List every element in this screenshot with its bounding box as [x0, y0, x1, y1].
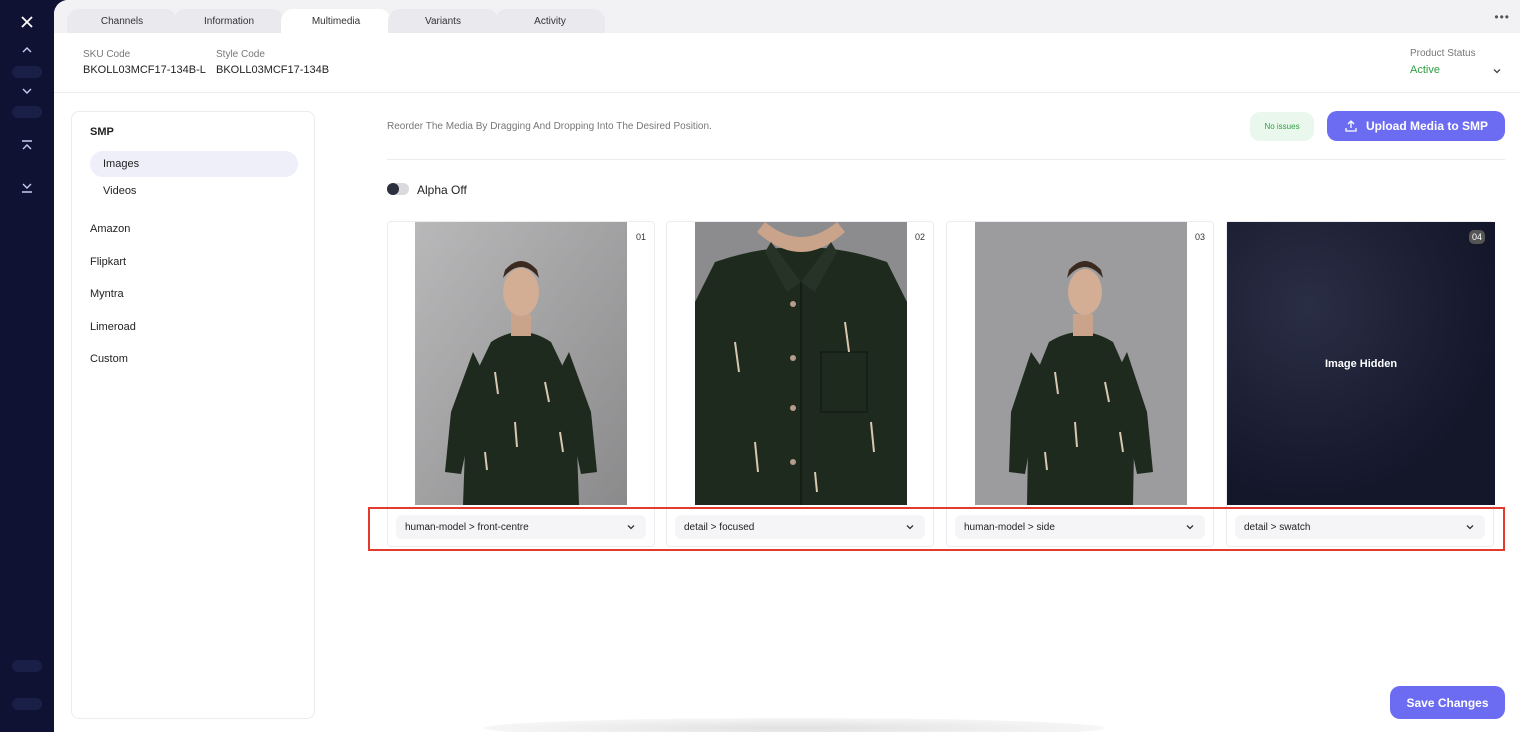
sidebar-item-images[interactable]: Images — [90, 151, 298, 177]
more-options-icon[interactable]: ••• — [1494, 10, 1510, 24]
sku-value: BKOLL03MCF17-134B-L — [83, 64, 206, 76]
chevron-up-icon[interactable] — [17, 40, 37, 60]
tab-bar: Channels Information Multimedia Variants… — [54, 0, 1520, 33]
product-header: SKU Code BKOLL03MCF17-134B-L Style Code … — [54, 33, 1520, 93]
divider — [387, 159, 1505, 160]
sidebar-item-myntra[interactable]: Myntra — [90, 288, 124, 300]
left-rail — [0, 0, 54, 732]
jump-to-top-icon[interactable] — [17, 136, 37, 156]
save-changes-button[interactable]: Save Changes — [1390, 686, 1505, 719]
channel-sidebar: SMP Images Videos Amazon Flipkart Myntra… — [71, 111, 315, 719]
media-image-side — [975, 222, 1187, 505]
tab-multimedia[interactable]: Multimedia — [281, 9, 391, 33]
image-hidden-label: Image Hidden — [1324, 357, 1398, 370]
sidebar-item-amazon[interactable]: Amazon — [90, 223, 130, 235]
media-card-2[interactable]: 02 detail > focused — [666, 221, 934, 547]
tab-information[interactable]: Information — [174, 9, 284, 33]
sku-label: SKU Code — [83, 49, 131, 60]
media-image-detail-focused — [695, 222, 907, 505]
sidebar-item-videos[interactable]: Videos — [90, 178, 298, 204]
sidebar-item-flipkart[interactable]: Flipkart — [90, 256, 126, 268]
sidebar-title-smp[interactable]: SMP — [90, 126, 114, 138]
media-card-3[interactable]: 03 human-model > side — [946, 221, 1214, 547]
upload-media-button[interactable]: Upload Media to SMP — [1327, 111, 1505, 141]
issues-badge: No issues — [1250, 112, 1314, 141]
media-image-swatch-hidden: Image Hidden — [1227, 222, 1495, 505]
media-index: 03 — [1194, 232, 1205, 242]
chevron-down-icon[interactable] — [1492, 66, 1502, 76]
upload-icon — [1345, 120, 1357, 132]
close-icon[interactable] — [17, 12, 37, 32]
product-status-dropdown[interactable]: Active — [1410, 64, 1440, 76]
style-code-label: Style Code — [216, 49, 265, 60]
toggle-knob — [387, 183, 399, 195]
media-index: 01 — [635, 232, 646, 242]
media-image-front-centre — [415, 222, 627, 505]
sidebar-item-limeroad[interactable]: Limeroad — [90, 321, 136, 333]
bottom-shadow — [484, 718, 1104, 732]
tag-row-highlight — [368, 507, 1505, 551]
reorder-hint: Reorder The Media By Dragging And Droppi… — [387, 121, 712, 132]
style-code-value: BKOLL03MCF17-134B — [216, 64, 330, 76]
rail-placeholder — [12, 660, 42, 672]
rail-placeholder — [12, 698, 42, 710]
alpha-toggle-label: Alpha Off — [417, 183, 467, 197]
tab-activity[interactable]: Activity — [495, 9, 605, 33]
product-panel: Channels Information Multimedia Variants… — [54, 0, 1520, 732]
rail-placeholder — [12, 66, 42, 78]
sidebar-item-custom[interactable]: Custom — [90, 353, 128, 365]
rail-placeholder — [12, 106, 42, 118]
media-index: 04 — [1468, 230, 1485, 244]
media-card-4[interactable]: Image Hidden 04 detail > swatch — [1226, 221, 1495, 547]
tab-channels[interactable]: Channels — [67, 9, 177, 33]
tab-variants[interactable]: Variants — [388, 9, 498, 33]
media-card-1[interactable]: 01 human-model > front-centre — [387, 221, 655, 547]
product-status-label: Product Status — [1410, 48, 1476, 59]
alpha-toggle[interactable] — [387, 183, 409, 195]
jump-to-bottom-icon[interactable] — [17, 177, 37, 197]
media-index: 02 — [914, 232, 925, 242]
chevron-down-icon[interactable] — [17, 81, 37, 101]
upload-media-label: Upload Media to SMP — [1365, 119, 1488, 133]
